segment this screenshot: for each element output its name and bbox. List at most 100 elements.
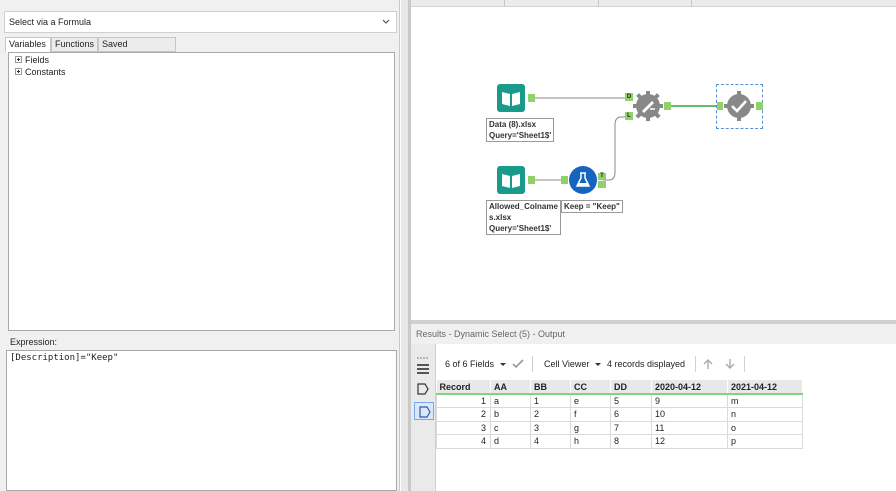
table-cell[interactable]: 6 xyxy=(610,407,652,422)
checkmark-icon[interactable] xyxy=(512,359,524,369)
input-data-tool-2[interactable] xyxy=(497,166,525,194)
canvas-header xyxy=(411,0,896,7)
table-cell[interactable]: n xyxy=(727,407,803,422)
table-cell[interactable]: 3 xyxy=(530,420,571,435)
d-input-anchor[interactable]: D xyxy=(625,93,633,101)
expand-icon[interactable] xyxy=(15,68,22,75)
annotation-line: Keep = "Keep" xyxy=(564,202,620,211)
book-icon xyxy=(497,166,525,194)
arrow-down-icon[interactable] xyxy=(724,358,736,370)
table-cell[interactable]: 8 xyxy=(610,434,652,449)
table-cell[interactable]: 1 xyxy=(530,393,571,408)
drag-handle-icon[interactable] xyxy=(416,356,430,376)
fields-caret-icon[interactable] xyxy=(500,363,506,366)
tab-saved-expressions[interactable]: Saved Expressions xyxy=(98,37,176,62)
cell-viewer-caret-icon[interactable] xyxy=(595,363,601,366)
anchor-l-label: L xyxy=(627,113,631,119)
table-cell[interactable]: c xyxy=(490,420,531,435)
metadata-icon[interactable] xyxy=(416,382,430,396)
results-grid: Record AA BB CC DD 2020-04-12 2021-04-12… xyxy=(436,380,803,449)
record-cell[interactable]: 3 xyxy=(436,420,491,435)
table-cell[interactable]: o xyxy=(727,420,803,435)
table-cell[interactable]: a xyxy=(490,393,531,408)
table-cell[interactable]: h xyxy=(570,434,611,449)
tree-item-constants[interactable]: Constants xyxy=(15,67,66,78)
arrow-up-icon[interactable] xyxy=(702,358,714,370)
results-toolbar: 6 of 6 Fields Cell Viewer 4 records disp… xyxy=(436,350,896,378)
gear-icon xyxy=(633,91,663,121)
record-cell[interactable]: 2 xyxy=(436,407,491,422)
l-input-anchor[interactable]: L xyxy=(625,112,633,120)
input-anchor[interactable] xyxy=(561,176,568,184)
true-anchor[interactable]: T xyxy=(598,173,606,180)
record-cell[interactable]: 4 xyxy=(436,434,491,449)
fields-selector[interactable]: 6 of 6 Fields xyxy=(445,359,494,369)
tree-item-label: Constants xyxy=(25,67,66,77)
table-cell[interactable]: p xyxy=(727,434,803,449)
table-row[interactable]: 2 b 2 f 6 10 n xyxy=(436,407,803,422)
anchor-d-label: D xyxy=(626,94,632,100)
tab-functions[interactable]: Functions xyxy=(51,37,98,52)
tree-item-fields[interactable]: Fields xyxy=(15,55,49,66)
tool-annotation-1: Data (8).xlsx Query='Sheet1$' xyxy=(486,118,555,142)
column-header[interactable]: 2020-04-12 xyxy=(651,380,728,395)
output-anchor[interactable] xyxy=(528,176,535,184)
output-anchor[interactable] xyxy=(528,94,535,102)
column-header[interactable]: DD xyxy=(610,380,652,395)
book-icon xyxy=(497,84,525,112)
dynamic-select-tool[interactable] xyxy=(633,91,663,121)
input-data-tool-1[interactable] xyxy=(497,84,525,112)
variables-tree: Fields Constants xyxy=(8,52,395,331)
mode-dropdown[interactable]: Select via a Formula xyxy=(4,11,397,33)
false-anchor[interactable] xyxy=(598,181,606,188)
table-row[interactable]: 1 a 1 e 5 9 m xyxy=(436,393,803,408)
anchor-t-label: T xyxy=(600,173,604,179)
table-row[interactable]: 3 c 3 g 7 11 o xyxy=(436,420,803,435)
annotation-line: Allowed_Colname xyxy=(489,202,558,211)
data-view-button[interactable] xyxy=(414,402,434,420)
tree-item-label: Fields xyxy=(25,55,50,65)
filter-tool[interactable] xyxy=(569,166,597,194)
annotation-line: Data (8).xlsx xyxy=(489,120,537,129)
column-header[interactable]: Record xyxy=(436,380,491,395)
table-cell[interactable]: b xyxy=(490,407,531,422)
input-anchor[interactable] xyxy=(717,102,723,110)
column-header[interactable]: BB xyxy=(530,380,571,395)
expression-editor[interactable]: [Description]="Keep" xyxy=(6,350,397,491)
table-cell[interactable]: 2 xyxy=(530,407,571,422)
table-cell[interactable]: 5 xyxy=(610,393,652,408)
record-cell[interactable]: 1 xyxy=(436,393,491,408)
grid-header-row: Record AA BB CC DD 2020-04-12 2021-04-12 xyxy=(436,380,803,395)
table-cell[interactable]: 9 xyxy=(651,393,728,408)
table-cell[interactable]: f xyxy=(570,407,611,422)
cell-viewer-button[interactable]: Cell Viewer xyxy=(544,359,589,369)
column-header[interactable]: 2021-04-12 xyxy=(727,380,803,395)
table-cell[interactable]: g xyxy=(570,420,611,435)
table-cell[interactable]: 11 xyxy=(651,420,728,435)
table-cell[interactable]: 4 xyxy=(530,434,571,449)
flask-icon xyxy=(569,166,597,194)
table-cell[interactable]: 7 xyxy=(610,420,652,435)
output-anchor[interactable] xyxy=(664,102,671,110)
tool-annotation-2: Allowed_Colname s.xlsx Query='Sheet1$' xyxy=(486,200,561,235)
browse-tool[interactable] xyxy=(724,91,754,121)
table-cell[interactable]: 12 xyxy=(651,434,728,449)
mode-dropdown-value: Select via a Formula xyxy=(9,17,92,27)
table-cell[interactable]: m xyxy=(727,393,803,408)
column-header[interactable]: CC xyxy=(570,380,611,395)
output-anchor[interactable] xyxy=(756,102,763,110)
table-row[interactable]: 4 d 4 h 8 12 p xyxy=(436,434,803,449)
table-cell[interactable]: d xyxy=(490,434,531,449)
column-header[interactable]: AA xyxy=(490,380,531,395)
expand-icon[interactable] xyxy=(15,56,22,63)
expression-text: [Description]="Keep" xyxy=(10,353,119,363)
expression-label: Expression: xyxy=(10,337,58,347)
tag-icon xyxy=(419,406,431,418)
tab-variables[interactable]: Variables xyxy=(5,37,51,53)
table-cell[interactable]: e xyxy=(570,393,611,408)
results-sidebar xyxy=(411,344,436,491)
workflow-canvas[interactable]: Data (8).xlsx Query='Sheet1$' Allowed_Co… xyxy=(411,7,896,320)
connection-wires xyxy=(535,97,717,181)
configuration-panel: Select via a Formula Variables Functions… xyxy=(0,0,400,491)
table-cell[interactable]: 10 xyxy=(651,407,728,422)
